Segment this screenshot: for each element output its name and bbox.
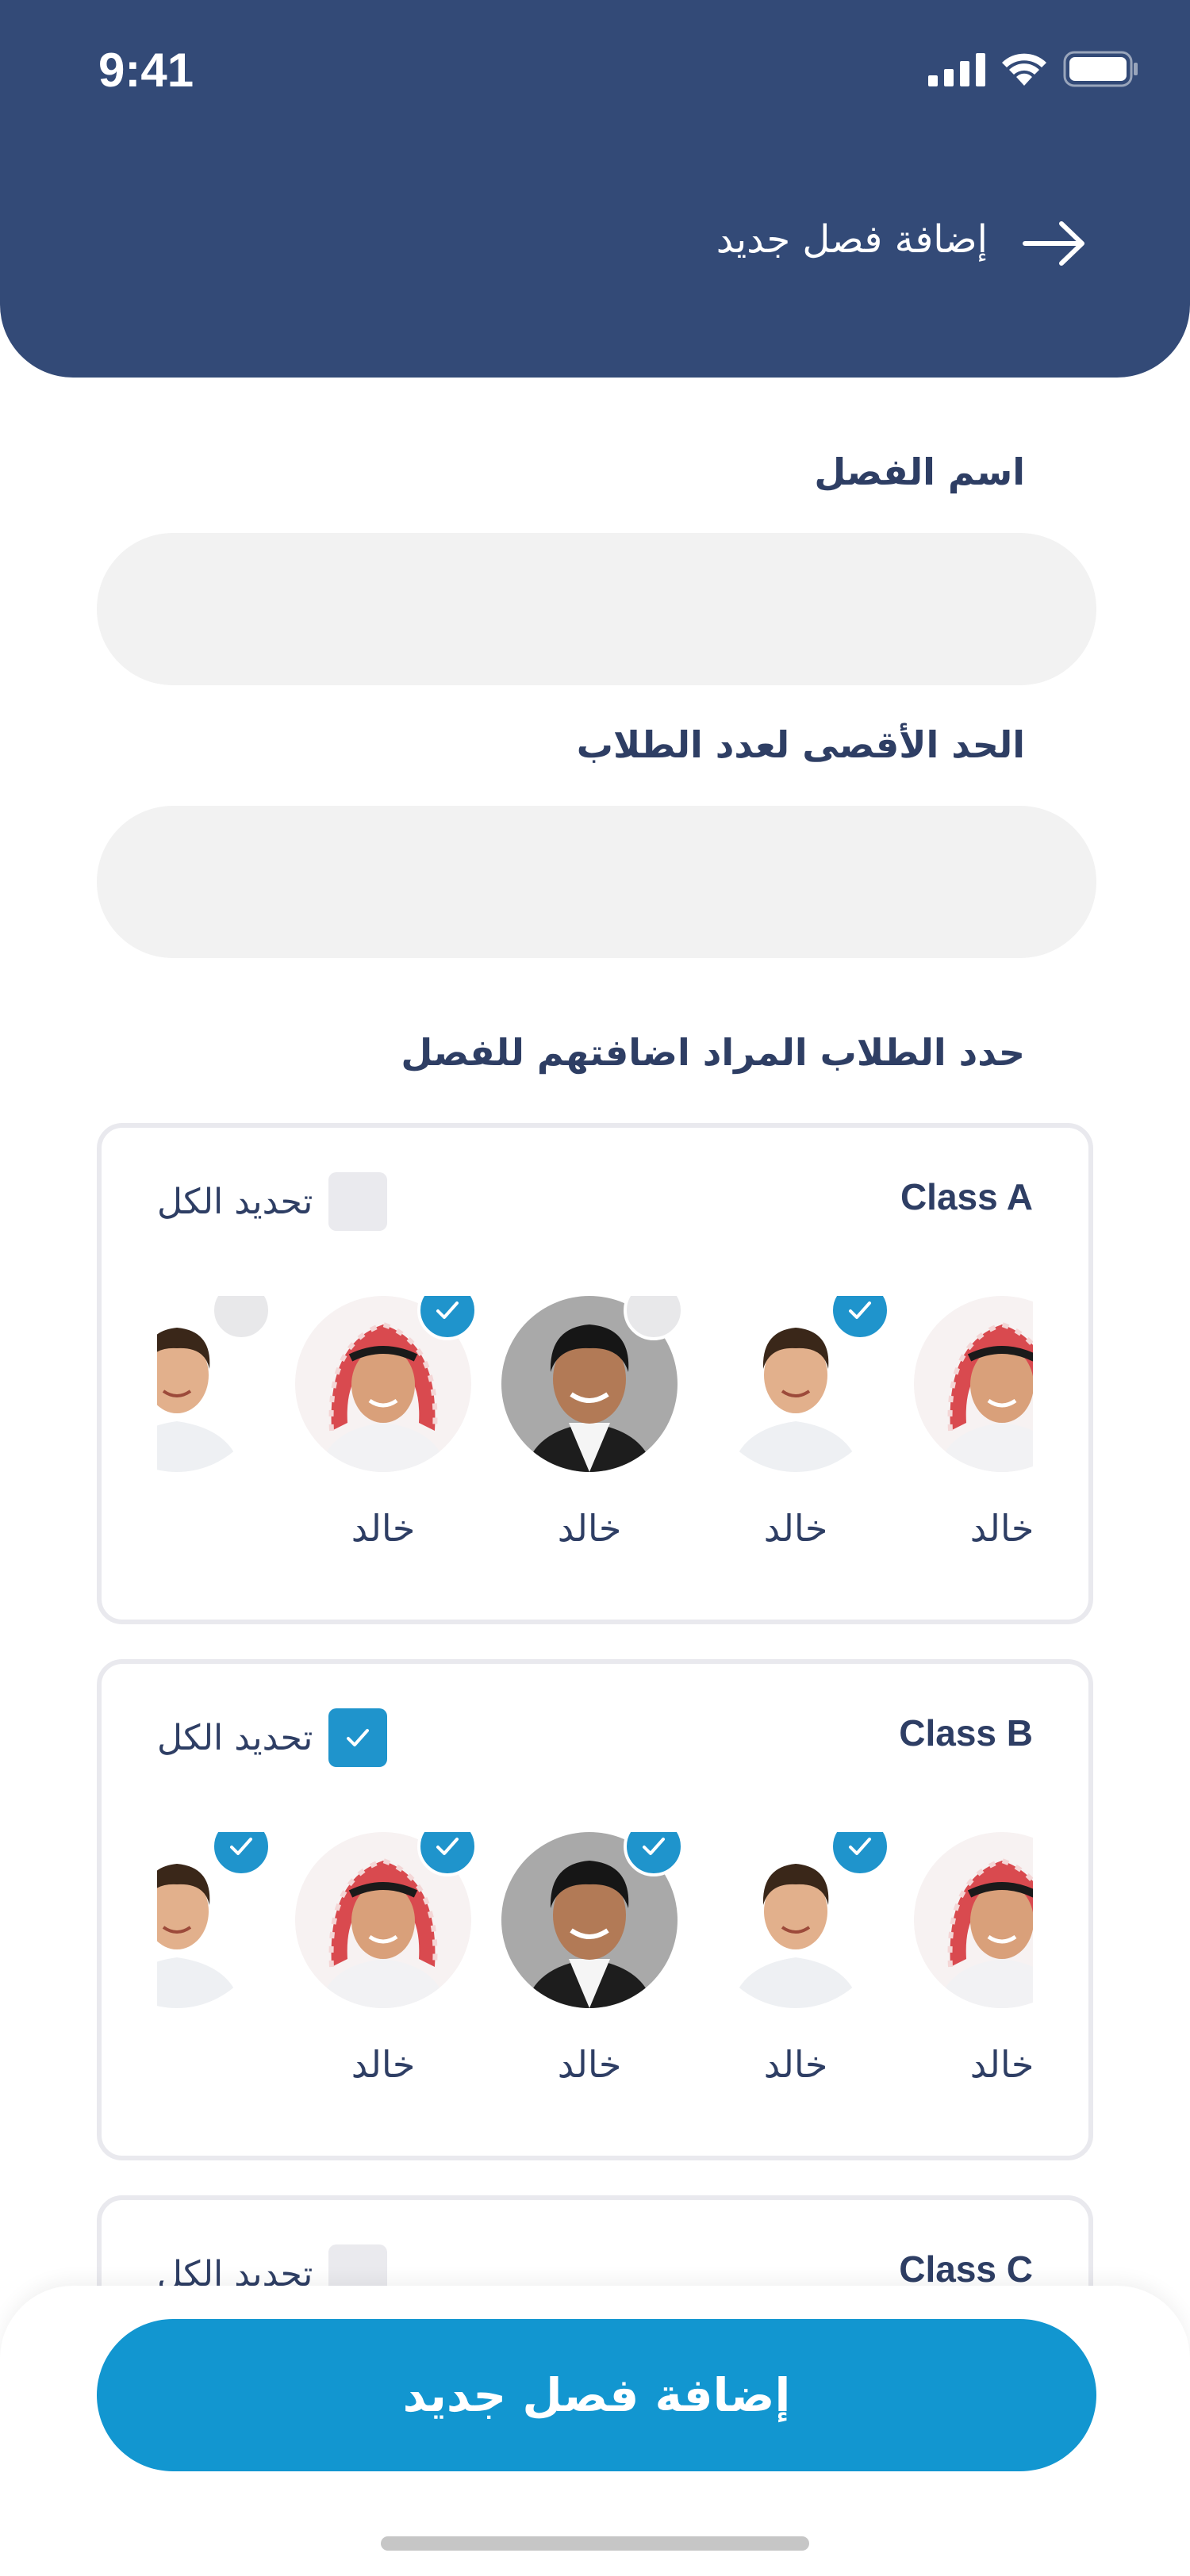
select-all-checkbox[interactable] bbox=[328, 1708, 388, 1767]
student-item[interactable]: خالد bbox=[292, 1296, 478, 1581]
class-card: Class B تحديد الكل خالد خالد خالد خالد bbox=[97, 1659, 1093, 2160]
student-item[interactable] bbox=[157, 1832, 271, 2118]
student-item[interactable]: خالد bbox=[498, 1296, 684, 1581]
header-row: إضافة فصل جديد bbox=[0, 203, 1190, 282]
students-row[interactable]: خالد خالد خالد خالد bbox=[157, 1832, 1033, 2118]
select-all-label: تحديد الكل bbox=[157, 1717, 313, 1758]
status-time: 9:41 bbox=[98, 44, 194, 97]
student-name: خالد bbox=[351, 1507, 416, 1550]
class-name: Class C bbox=[899, 2248, 1033, 2290]
student-avatar bbox=[914, 1296, 1033, 1472]
checkmark-icon bbox=[436, 1301, 459, 1319]
student-name: خالد bbox=[763, 1507, 828, 1550]
student-name: خالد bbox=[557, 2043, 622, 2086]
add-class-button[interactable]: إضافة فصل جديد bbox=[97, 2319, 1096, 2471]
wifi-icon bbox=[1002, 53, 1046, 86]
student-item[interactable]: خالد bbox=[498, 1832, 684, 2118]
student-avatar bbox=[914, 1832, 1033, 2008]
student-name: خالد bbox=[351, 2043, 416, 2086]
student-name: خالد bbox=[763, 2043, 828, 2086]
app-header: 9:41 إضافة فصل جديد bbox=[0, 0, 1190, 378]
battery-icon bbox=[1063, 51, 1138, 87]
page-title: إضافة فصل جديد bbox=[716, 217, 988, 262]
class-card: Class A تحديد الكل خالد خالد خالد خالد bbox=[97, 1123, 1093, 1624]
student-name: خالد bbox=[557, 1507, 622, 1550]
checkmark-icon bbox=[849, 1838, 871, 1855]
status-icons bbox=[928, 51, 1139, 87]
checkmark-icon bbox=[436, 1838, 459, 1855]
checkmark-icon bbox=[230, 1838, 252, 1855]
checkmark-icon bbox=[643, 1838, 665, 1855]
back-arrow-icon[interactable] bbox=[1022, 220, 1087, 266]
max-students-label: الحد الأقصى لعدد الطلاب bbox=[576, 723, 1025, 766]
student-item[interactable]: خالد bbox=[911, 1296, 1033, 1581]
home-indicator bbox=[381, 2536, 809, 2551]
students-row[interactable]: خالد خالد خالد خالد bbox=[157, 1296, 1033, 1581]
class-name-input[interactable] bbox=[97, 533, 1096, 685]
student-item[interactable]: خالد bbox=[292, 1832, 478, 2118]
status-bar: 9:41 bbox=[0, 0, 1190, 143]
select-all-toggle[interactable]: تحديد الكل bbox=[157, 1172, 388, 1231]
signal-icon bbox=[928, 53, 985, 86]
class-name: Class B bbox=[899, 1712, 1033, 1754]
select-students-label: حدد الطلاب المراد اضافتهم للفصل bbox=[401, 1031, 1025, 1074]
student-item[interactable]: خالد bbox=[704, 1832, 890, 2118]
max-students-input[interactable] bbox=[97, 806, 1096, 958]
student-name: خالد bbox=[969, 2043, 1033, 2086]
select-all-checkbox[interactable] bbox=[328, 1172, 388, 1231]
select-all-toggle[interactable]: تحديد الكل bbox=[157, 1708, 388, 1767]
select-all-label: تحديد الكل bbox=[157, 1181, 313, 1222]
checkmark-icon bbox=[347, 1729, 370, 1746]
student-item[interactable]: خالد bbox=[704, 1296, 890, 1581]
student-item[interactable] bbox=[157, 1296, 271, 1581]
student-name: خالد bbox=[969, 1507, 1033, 1550]
class-name-label: اسم الفصل bbox=[814, 450, 1025, 493]
bottom-panel: إضافة فصل جديد bbox=[0, 2286, 1190, 2576]
checkmark-icon bbox=[849, 1301, 871, 1319]
student-item[interactable]: خالد bbox=[911, 1832, 1033, 2118]
class-name: Class A bbox=[900, 1176, 1033, 1217]
